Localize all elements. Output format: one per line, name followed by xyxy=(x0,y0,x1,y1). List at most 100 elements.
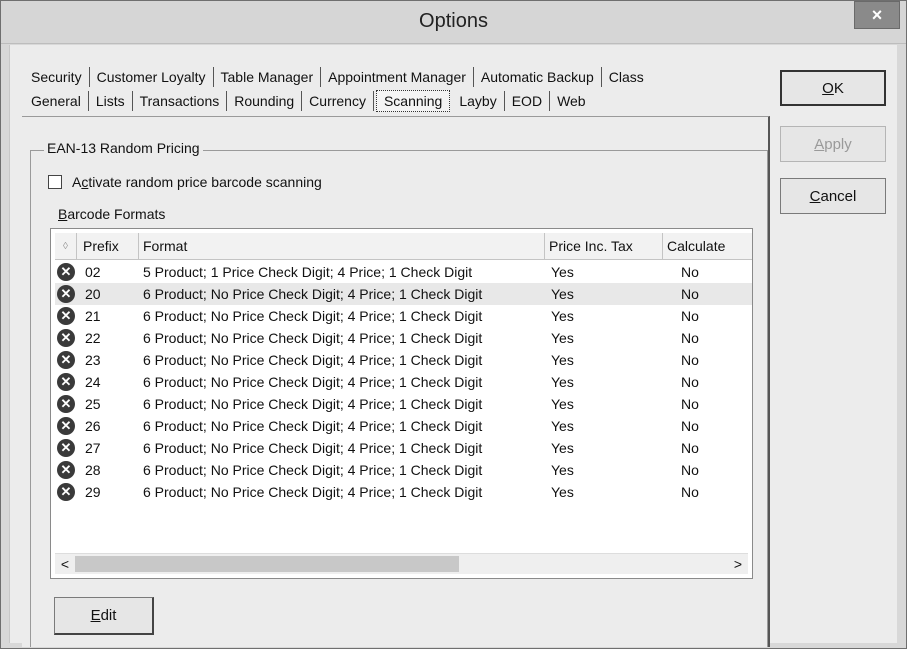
cell-format: 5 Product; 1 Price Check Digit; 4 Price;… xyxy=(143,264,473,280)
tab-rounding[interactable]: Rounding xyxy=(227,91,303,111)
cell-calculate: No xyxy=(681,440,699,456)
window-title: Options xyxy=(419,10,488,32)
cell-calculate: No xyxy=(681,374,699,390)
delete-circle-icon[interactable]: ✕ xyxy=(55,327,77,349)
cell-price-inc-tax: Yes xyxy=(551,308,574,324)
tab-class[interactable]: Class xyxy=(602,67,651,87)
table-row[interactable]: ✕ 26 6 Product; No Price Check Digit; 4 Pr… xyxy=(55,415,752,437)
tab-security[interactable]: Security xyxy=(24,67,90,87)
cell-prefix: 28 xyxy=(85,462,101,478)
cell-price-inc-tax: Yes xyxy=(551,264,574,280)
delete-circle-icon[interactable]: ✕ xyxy=(55,305,77,327)
table-row[interactable]: ✕ 27 6 Product; No Price Check Digit; 4 Pr… xyxy=(55,437,752,459)
header-prefix[interactable]: Prefix xyxy=(79,233,139,259)
delete-circle-icon[interactable]: ✕ xyxy=(55,415,77,437)
cell-price-inc-tax: Yes xyxy=(551,462,574,478)
apply-button[interactable]: Apply xyxy=(780,126,886,162)
tab-row-top: Security Customer Loyalty Table Manager App… xyxy=(24,66,651,88)
barcode-formats-grid[interactable]: ◊ Prefix Format Price Inc. Tax Calculate… xyxy=(50,228,753,579)
delete-circle-icon[interactable]: ✕ xyxy=(55,371,77,393)
cell-calculate: No xyxy=(681,418,699,434)
delete-circle-icon[interactable]: ✕ xyxy=(55,459,77,481)
cell-price-inc-tax: Yes xyxy=(551,418,574,434)
cell-calculate: No xyxy=(681,462,699,478)
scroll-left-arrow[interactable]: < xyxy=(55,554,75,574)
cell-prefix: 26 xyxy=(85,418,101,434)
cell-price-inc-tax: Yes xyxy=(551,330,574,346)
delete-circle-icon[interactable]: ✕ xyxy=(55,393,77,415)
cancel-button[interactable]: Cancel xyxy=(780,178,886,214)
close-button[interactable]: × xyxy=(854,1,900,29)
cell-calculate: No xyxy=(681,352,699,368)
table-row[interactable]: ✕ 25 6 Product; No Price Check Digit; 4 Pr… xyxy=(55,393,752,415)
cell-prefix: 23 xyxy=(85,352,101,368)
table-row[interactable]: ✕ 02 5 Product; 1 Price Check Digit; 4 Pri… xyxy=(55,261,752,283)
header-format[interactable]: Format xyxy=(139,233,545,259)
cell-price-inc-tax: Yes xyxy=(551,352,574,368)
cell-price-inc-tax: Yes xyxy=(551,374,574,390)
scroll-thumb[interactable] xyxy=(75,556,459,572)
tab-appointment-manager[interactable]: Appointment Manager xyxy=(321,67,474,87)
cell-prefix: 25 xyxy=(85,396,101,412)
cell-calculate: No xyxy=(681,484,699,500)
delete-circle-icon[interactable]: ✕ xyxy=(55,437,77,459)
cell-prefix: 21 xyxy=(85,308,101,324)
tab-customer-loyalty[interactable]: Customer Loyalty xyxy=(90,67,214,87)
cell-price-inc-tax: Yes xyxy=(551,286,574,302)
cell-format: 6 Product; No Price Check Digit; 4 Price… xyxy=(143,330,483,346)
table-row[interactable]: ✕ 28 6 Product; No Price Check Digit; 4 Pr… xyxy=(55,459,752,481)
activate-random-pricing-label[interactable]: Activate random price barcode scanning xyxy=(72,174,322,190)
delete-circle-icon[interactable]: ✕ xyxy=(55,283,77,305)
delete-circle-icon[interactable]: ✕ xyxy=(55,349,77,371)
table-row[interactable]: ✕ 21 6 Product; No Price Check Digit; 4 Pr… xyxy=(55,305,752,327)
barcode-formats-label: Barcode Formats xyxy=(58,206,166,222)
header-calculate[interactable]: Calculate xyxy=(663,233,752,259)
cell-prefix: 22 xyxy=(85,330,101,346)
header-price-inc-tax[interactable]: Price Inc. Tax xyxy=(545,233,663,259)
edit-button[interactable]: Edit xyxy=(54,597,154,635)
tab-layby[interactable]: Layby xyxy=(452,91,505,111)
cell-price-inc-tax: Yes xyxy=(551,484,574,500)
tab-eod[interactable]: EOD xyxy=(505,91,551,111)
cell-calculate: No xyxy=(681,396,699,412)
cell-format: 6 Product; No Price Check Digit; 4 Price… xyxy=(143,374,483,390)
delete-circle-icon[interactable]: ✕ xyxy=(55,481,77,503)
tab-scanning[interactable]: Scanning xyxy=(375,90,451,112)
cell-calculate: No xyxy=(681,330,699,346)
tab-transactions[interactable]: Transactions xyxy=(133,91,228,111)
tab-currency[interactable]: Currency xyxy=(302,91,374,111)
table-row[interactable]: ✕ 24 6 Product; No Price Check Digit; 4 Pr… xyxy=(55,371,752,393)
activate-random-pricing-row[interactable]: Activate random price barcode scanning xyxy=(48,174,322,190)
cell-format: 6 Product; No Price Check Digit; 4 Price… xyxy=(143,484,483,500)
scroll-track[interactable] xyxy=(75,554,728,574)
tab-row-bottom: General Lists Transactions Rounding Currency… xyxy=(24,90,593,112)
table-row[interactable]: ✕ 22 6 Product; No Price Check Digit; 4 Pr… xyxy=(55,327,752,349)
tab-lists[interactable]: Lists xyxy=(89,91,133,111)
delete-circle-icon[interactable]: ✕ xyxy=(55,261,77,283)
grid-header: ◊ Prefix Format Price Inc. Tax Calculate xyxy=(55,233,752,260)
ok-button[interactable]: OK xyxy=(780,70,886,106)
cell-format: 6 Product; No Price Check Digit; 4 Price… xyxy=(143,352,483,368)
table-row[interactable]: ✕ 20 6 Product; No Price Check Digit; 4 Pr… xyxy=(55,283,752,305)
tab-table-manager[interactable]: Table Manager xyxy=(214,67,322,87)
cell-prefix: 27 xyxy=(85,440,101,456)
activate-random-pricing-checkbox[interactable] xyxy=(48,175,62,189)
cell-prefix: 20 xyxy=(85,286,101,302)
tab-web[interactable]: Web xyxy=(550,91,593,111)
cell-prefix: 02 xyxy=(85,264,101,280)
cell-calculate: No xyxy=(681,286,699,302)
horizontal-scrollbar[interactable]: < > xyxy=(55,553,748,574)
cell-price-inc-tax: Yes xyxy=(551,440,574,456)
cell-format: 6 Product; No Price Check Digit; 4 Price… xyxy=(143,308,483,324)
cell-format: 6 Product; No Price Check Digit; 4 Price… xyxy=(143,396,483,412)
tab-general[interactable]: General xyxy=(24,91,89,111)
header-icon-column[interactable]: ◊ xyxy=(55,233,77,259)
cell-prefix: 24 xyxy=(85,374,101,390)
cell-calculate: No xyxy=(681,308,699,324)
scroll-right-arrow[interactable]: > xyxy=(728,554,748,574)
cell-format: 6 Product; No Price Check Digit; 4 Price… xyxy=(143,286,483,302)
table-row[interactable]: ✕ 23 6 Product; No Price Check Digit; 4 Pr… xyxy=(55,349,752,371)
tab-automatic-backup[interactable]: Automatic Backup xyxy=(474,67,602,87)
cell-format: 6 Product; No Price Check Digit; 4 Price… xyxy=(143,418,483,434)
table-row[interactable]: ✕ 29 6 Product; No Price Check Digit; 4 Pr… xyxy=(55,481,752,503)
